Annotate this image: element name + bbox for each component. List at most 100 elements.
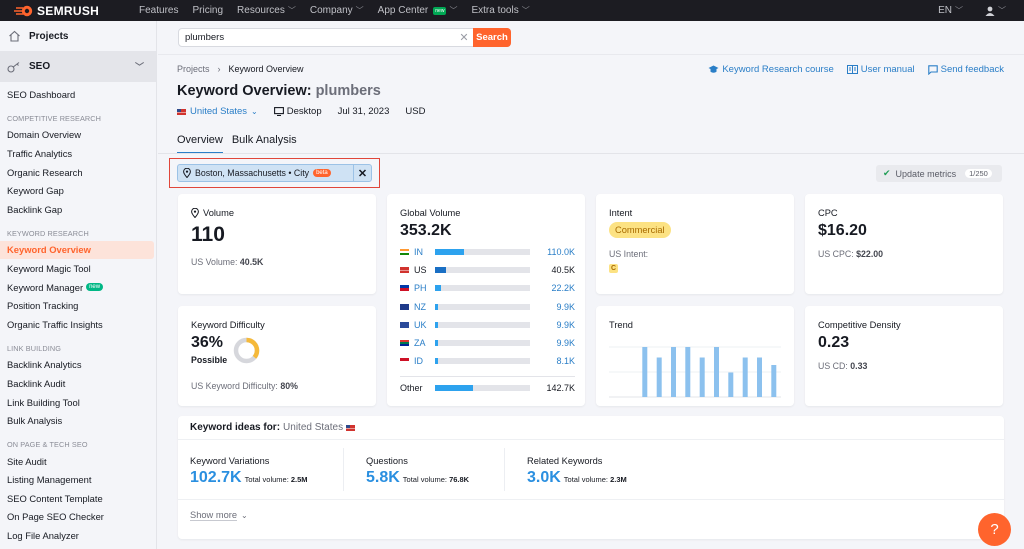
date-selector[interactable]: Jul 31, 2023 [338, 106, 390, 117]
us-cpc-label: US CPC: [818, 249, 854, 259]
sidebar-item-link-building-tool[interactable]: Link Building Tool [0, 393, 156, 412]
trend-bar[interactable] [642, 347, 648, 397]
nav-features[interactable]: Features [139, 5, 178, 16]
search-button[interactable]: Search [473, 28, 511, 47]
sidebar-projects[interactable]: Projects [0, 21, 156, 51]
sidebar-item-label: SEO Content Template [7, 492, 103, 504]
keyword-difficulty-value: 36% [191, 334, 224, 351]
total-volume-label: Total volume: [402, 475, 447, 484]
sidebar-item-bulk-analysis[interactable]: Bulk Analysis [0, 411, 156, 430]
trend-bar[interactable] [685, 347, 691, 397]
sidebar-item-position-tracking[interactable]: Position Tracking [0, 296, 156, 315]
nav-extra-tools-label: Extra tools [471, 5, 519, 16]
keyword-ideas-country: United States [283, 422, 344, 433]
us-intent-label: US Intent: [609, 249, 649, 259]
trend-card: Trend [596, 306, 794, 406]
chevron-down-icon: ﹀ [287, 6, 296, 15]
chevron-down-icon[interactable]: ﹀ [135, 60, 144, 73]
sidebar-item-log-file-analyzer[interactable]: Log File Analyzer [0, 526, 156, 545]
trend-bar[interactable] [757, 357, 762, 398]
clear-search-icon[interactable]: ✕ [457, 31, 471, 44]
global-volume-row-in[interactable]: IN 110.0K [400, 246, 575, 258]
graduation-cap-icon [708, 65, 719, 73]
global-volume-row-za[interactable]: ZA 9.9K [400, 337, 575, 349]
sidebar-item-seo-content-template[interactable]: SEO Content Template [0, 489, 156, 508]
tab-bulk-analysis[interactable]: Bulk Analysis [232, 134, 297, 154]
questions[interactable]: Questions 5.8K Total volume: 76.8K [366, 456, 469, 487]
show-more-button[interactable]: Show more ⌄ [190, 510, 248, 521]
location-filter-label: Boston, Massachusetts • City [195, 168, 310, 178]
volume-share-fill [435, 358, 438, 365]
sidebar-item-seo-dashboard[interactable]: SEO Dashboard [0, 85, 156, 104]
sidebar-item-keyword-gap[interactable]: Keyword Gap [0, 181, 156, 200]
sidebar-item-label: Keyword Magic Tool [7, 262, 91, 274]
trend-bar[interactable] [771, 365, 777, 397]
trend-bar[interactable] [656, 357, 662, 398]
country-volume: 22.2K [551, 283, 575, 294]
sidebar-item-backlink-gap[interactable]: Backlink Gap [0, 200, 156, 219]
nav-extra-tools[interactable]: Extra tools ﹀ [471, 5, 529, 16]
sidebar-item-backlink-audit[interactable]: Backlink Audit [0, 374, 156, 393]
trend-bar[interactable] [671, 347, 676, 397]
device-selector[interactable]: Desktop [273, 106, 322, 117]
user-icon [985, 6, 995, 16]
global-volume-row-id[interactable]: ID 8.1K [400, 355, 575, 367]
trend-bar[interactable] [699, 357, 705, 398]
global-volume-row-ph[interactable]: PH 22.2K [400, 282, 575, 294]
location-filter-chip[interactable]: Boston, Massachusetts • City beta ✕ [177, 164, 372, 182]
sidebar-item-site-audit[interactable]: Site Audit [0, 452, 156, 471]
keyword-research-course-link[interactable]: Keyword Research course [708, 64, 834, 75]
remove-location-icon[interactable]: ✕ [353, 165, 371, 181]
user-menu[interactable]: ﹀ [985, 5, 1006, 16]
volume-label-row: Volume [191, 208, 234, 218]
brand-name: SEMRUSH [37, 3, 100, 18]
sidebar-item-organic-research[interactable]: Organic Research [0, 163, 156, 182]
trend-bar[interactable] [728, 372, 734, 398]
sidebar-item-keyword-overview[interactable]: Keyword Overview [0, 240, 154, 260]
global-volume-row-us[interactable]: US 40.5K [400, 264, 575, 276]
feedback-icon [927, 64, 938, 75]
sidebar-item-backlink-analytics[interactable]: Backlink Analytics [0, 356, 156, 375]
trend-bar[interactable] [742, 357, 748, 398]
keyword-search-input[interactable] [179, 32, 457, 43]
related-keywords-value[interactable]: 3.0K [527, 469, 561, 487]
semrush-logo[interactable]: SEMRUSH [14, 4, 124, 18]
sidebar-item-label: Site Audit [7, 455, 47, 467]
nav-pricing[interactable]: Pricing [192, 5, 223, 16]
user-manual-link[interactable]: User manual [846, 64, 915, 75]
sidebar-item-traffic-analytics[interactable]: Traffic Analytics [0, 144, 156, 163]
nav-app-center[interactable]: App Center new ﹀ [378, 5, 458, 16]
database-selector[interactable]: United States ⌄ [177, 106, 258, 117]
sidebar-item-label: Keyword Overview [7, 244, 91, 256]
sidebar-seo-toggle[interactable]: SEO ﹀ [0, 51, 156, 82]
send-feedback-link[interactable]: Send feedback [927, 64, 1004, 75]
trend-bar[interactable] [714, 347, 719, 397]
related-keywords[interactable]: Related Keywords 3.0K Total volume: 2.3M [527, 456, 627, 487]
main-content: ✕ Search Projects › Keyword Overview Key… [158, 21, 1024, 549]
nav-features-label: Features [139, 5, 179, 16]
currency-selector[interactable]: USD [405, 106, 425, 117]
sidebar-item-domain-overview[interactable]: Domain Overview [0, 126, 156, 145]
language-selector[interactable]: EN ﹀ [938, 5, 963, 16]
sidebar-item-listing-management[interactable]: Listing Management [0, 471, 156, 490]
sidebar-item-organic-traffic-insights[interactable]: Organic Traffic Insights [0, 315, 156, 334]
global-volume-row-uk[interactable]: UK 9.9K [400, 319, 575, 331]
total-volume-label: Total volume: [563, 475, 608, 484]
update-metrics-button[interactable]: ✔ Update metrics 1/250 [876, 165, 1002, 182]
language-label: EN [938, 5, 952, 16]
sidebar-item-keyword-manager[interactable]: Keyword Manager new [0, 278, 156, 297]
tab-overview[interactable]: Overview [177, 134, 223, 154]
keyword-variations[interactable]: Keyword Variations 102.7K Total volume: 2… [190, 456, 308, 487]
sidebar-item-keyword-magic-tool[interactable]: Keyword Magic Tool [0, 259, 156, 278]
global-volume-row-nz[interactable]: NZ 9.9K [400, 301, 575, 313]
volume-share-bar [435, 321, 530, 328]
keyword-variations-value[interactable]: 102.7K [190, 469, 242, 487]
help-button[interactable]: ? [978, 513, 1011, 546]
questions-value[interactable]: 5.8K [366, 469, 400, 487]
sidebar-item-on-page-seo-checker[interactable]: On Page SEO Checker [0, 508, 156, 527]
volume-share-fill [435, 340, 438, 346]
nav-resources[interactable]: Resources ﹀ [237, 5, 296, 16]
nav-company[interactable]: Company ﹀ [310, 5, 364, 16]
competitive-density-card: Competitive Density 0.23 US CD: 0.33 [805, 306, 1003, 406]
breadcrumb-projects[interactable]: Projects [177, 64, 210, 74]
